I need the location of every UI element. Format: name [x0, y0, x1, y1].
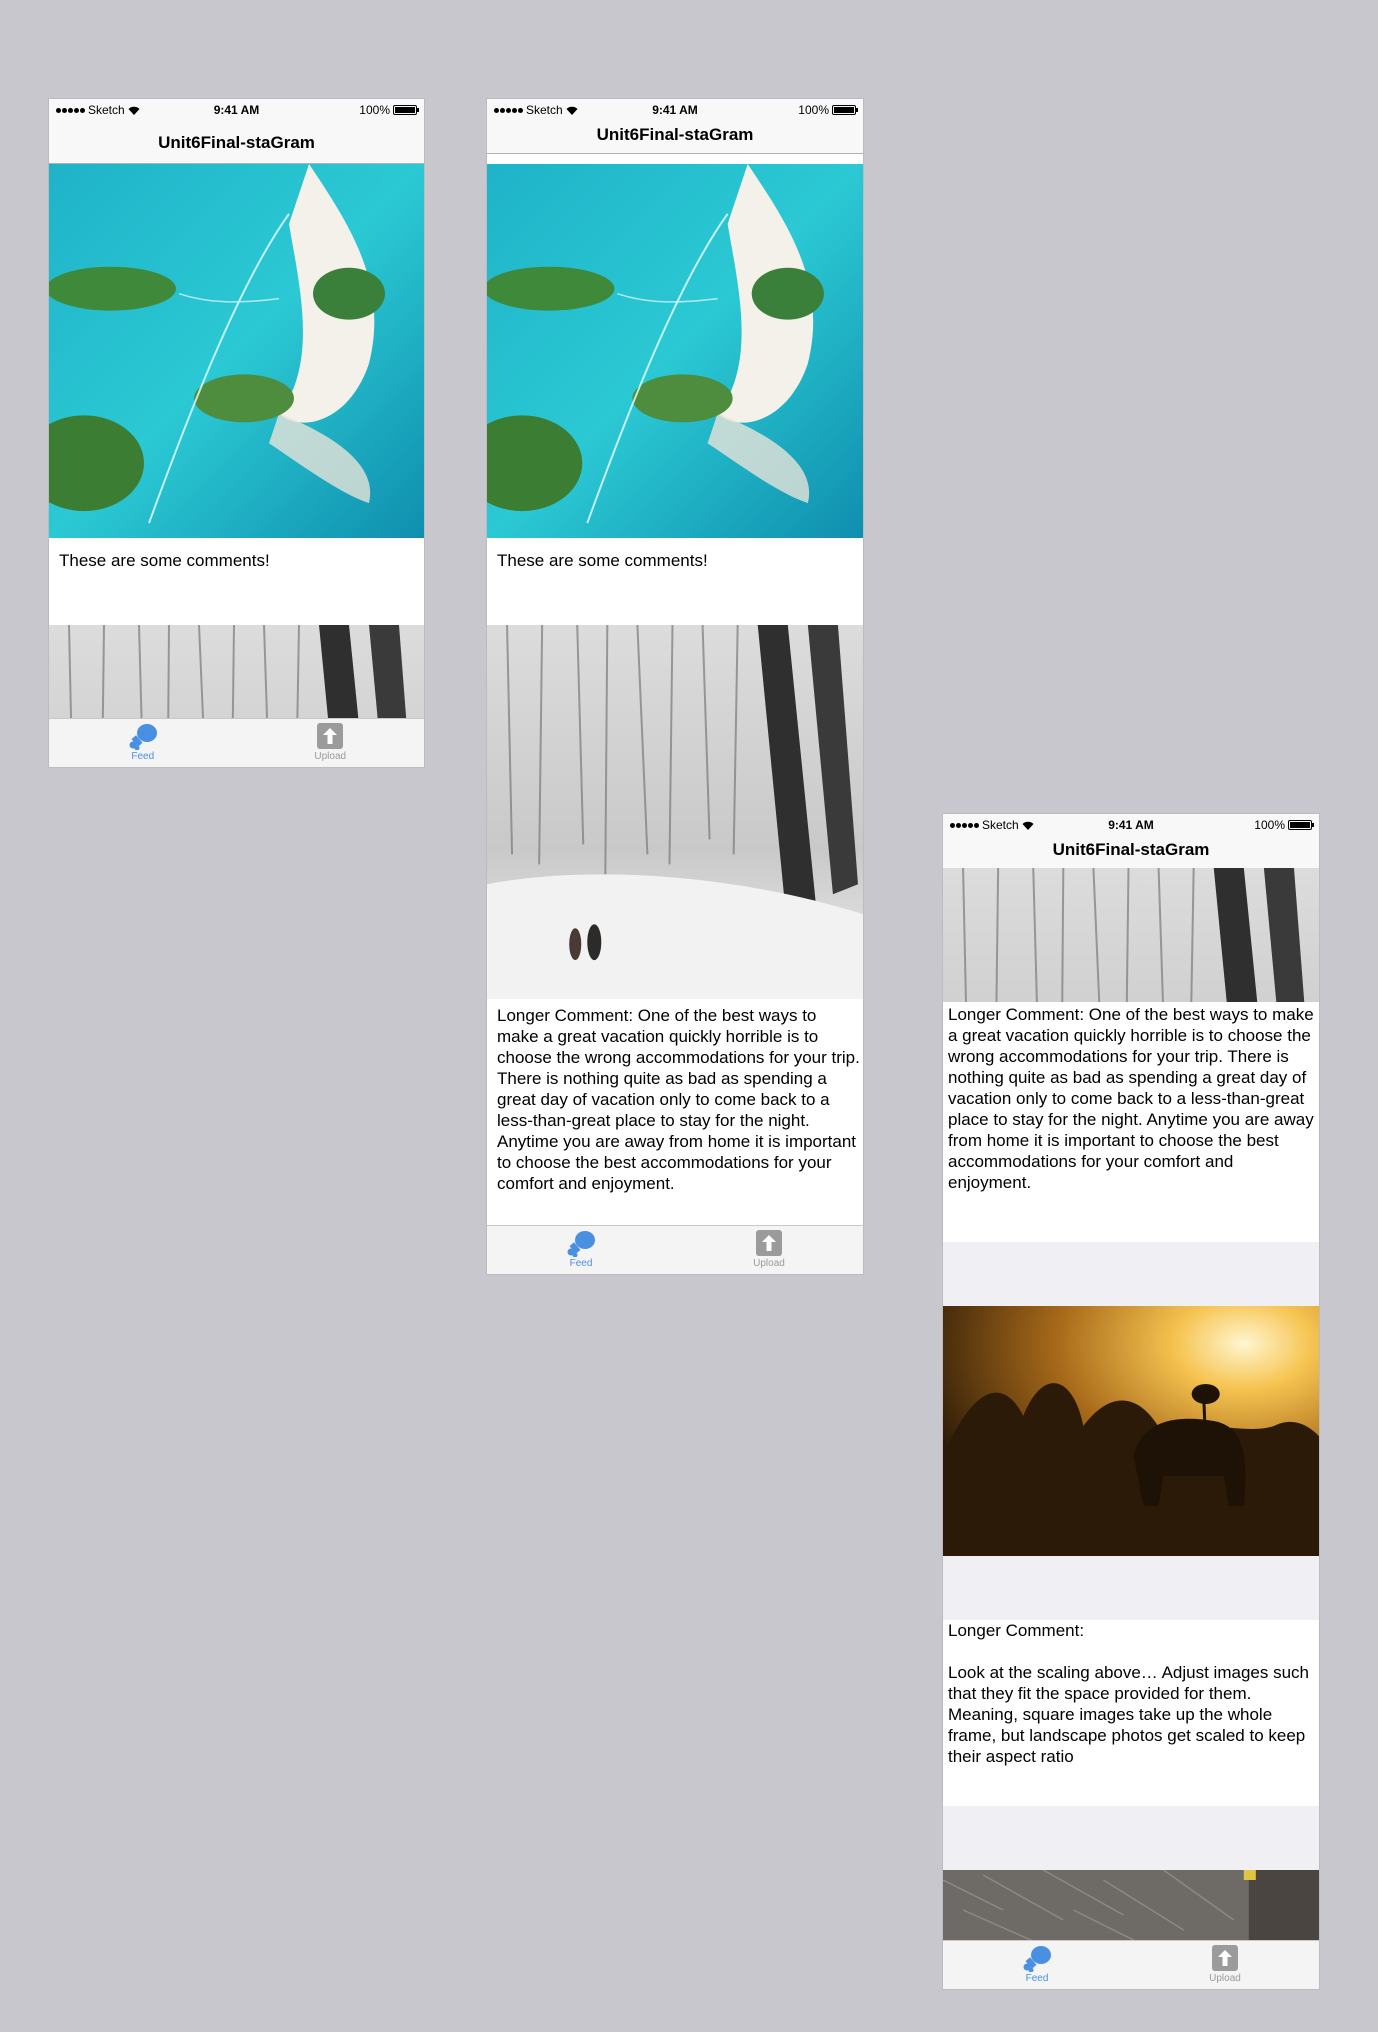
tab-feed[interactable]: Feed: [487, 1226, 675, 1274]
post-comment: Longer Comment: Look at the scaling abov…: [943, 1620, 1319, 1806]
tab-upload-label: Upload: [1209, 1973, 1241, 1984]
battery-icon: [393, 105, 419, 115]
tab-feed-label: Feed: [131, 751, 155, 762]
post-comment: These are some comments!: [49, 538, 424, 625]
tab-upload[interactable]: Upload: [1131, 1941, 1319, 1989]
beach-photo: [487, 164, 863, 538]
tab-feed[interactable]: Feed: [943, 1941, 1131, 1989]
tab-feed-label: Feed: [1025, 1973, 1049, 1984]
battery: 100%: [1254, 818, 1314, 832]
tab-upload-label: Upload: [314, 751, 347, 762]
battery-percent: 100%: [359, 103, 390, 117]
snow-photo: [487, 625, 863, 999]
tab-bar: Feed Upload: [487, 1225, 863, 1274]
battery: 100%: [798, 103, 858, 117]
fur-photo: [943, 1870, 1319, 1950]
battery-icon: [1288, 820, 1314, 830]
post-photo[interactable]: [487, 625, 863, 999]
nav-title: Unit6Final-staGram: [943, 837, 1319, 869]
snow-photo: [49, 625, 424, 719]
snow-photo: [943, 868, 1319, 1002]
status-bar: Sketch 9:41 AM 100%: [943, 814, 1319, 837]
post-comment: These are some comments!: [487, 538, 863, 625]
phone-screen-feed-scaling: Sketch 9:41 AM 100% Unit6Final-staGram L…: [943, 814, 1319, 1989]
phone-screen-feed-scrolled: Sketch 9:41 AM 100% Unit6Final-staGram T…: [487, 99, 863, 1274]
post-photo[interactable]: [943, 868, 1319, 1002]
sunset-elephant-photo: [943, 1306, 1319, 1556]
drumstick-icon: [567, 1231, 595, 1257]
nav-title: Unit6Final-staGram: [487, 122, 863, 154]
upload-arrow-icon: [1212, 1945, 1238, 1971]
tab-bar: Feed Upload: [49, 718, 424, 767]
post-photo[interactable]: [49, 164, 424, 538]
tab-feed-label: Feed: [569, 1258, 593, 1269]
image-letterbox-top: [943, 1242, 1319, 1306]
post-photo[interactable]: [49, 625, 424, 719]
nav-title: Unit6Final-staGram: [49, 122, 424, 164]
battery-icon: [832, 105, 858, 115]
spacer: [487, 154, 863, 164]
tab-bar: Feed Upload: [943, 1940, 1319, 1989]
drumstick-icon: [1023, 1946, 1051, 1972]
drumstick-icon: [129, 724, 157, 750]
tab-upload-label: Upload: [753, 1258, 785, 1269]
post-comment: Longer Comment: One of the best ways to …: [487, 999, 863, 1226]
post-photo[interactable]: [943, 1870, 1319, 1950]
tab-feed[interactable]: Feed: [49, 719, 237, 767]
battery-percent: 100%: [798, 103, 829, 117]
battery-percent: 100%: [1254, 818, 1285, 832]
image-letterbox-top: [943, 1806, 1319, 1870]
battery: 100%: [359, 103, 419, 117]
post-photo[interactable]: [943, 1306, 1319, 1556]
status-bar: Sketch 9:41 AM 100%: [49, 99, 424, 122]
tab-upload[interactable]: Upload: [675, 1226, 863, 1274]
post-comment: Longer Comment: One of the best ways to …: [943, 1002, 1319, 1242]
upload-arrow-icon: [756, 1230, 782, 1256]
post-photo[interactable]: [487, 164, 863, 538]
tab-upload[interactable]: Upload: [237, 719, 425, 767]
upload-arrow-icon: [317, 723, 344, 749]
image-letterbox-bottom: [943, 1556, 1319, 1620]
status-bar: Sketch 9:41 AM 100%: [487, 99, 863, 122]
phone-screen-feed-top: Sketch 9:41 AM 100% Unit6Final-staGram T…: [49, 99, 424, 767]
beach-photo: [49, 164, 424, 538]
